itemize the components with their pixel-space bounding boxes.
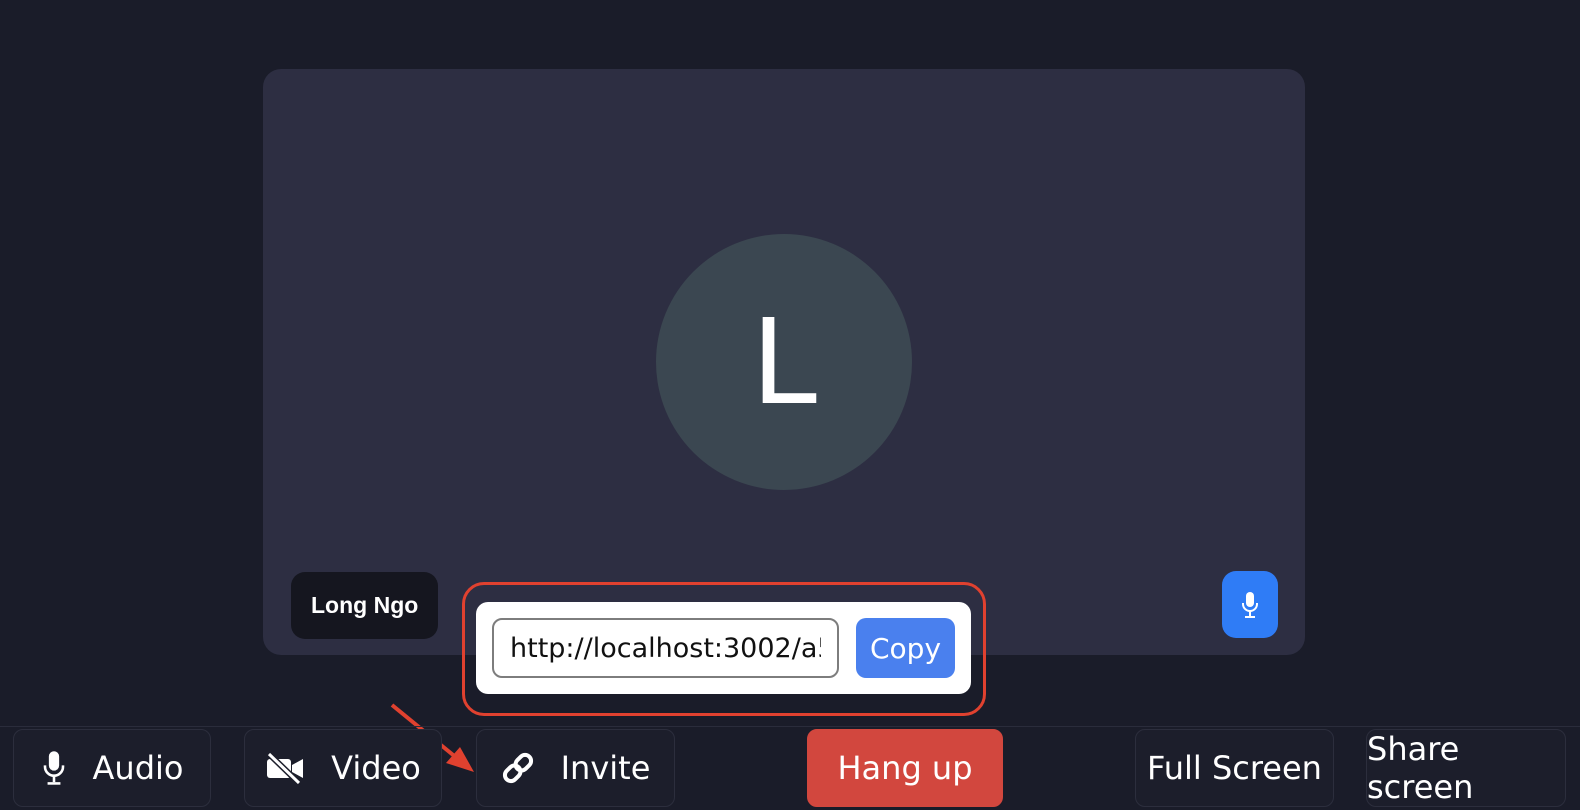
invite-button[interactable]: Invite [476,729,675,807]
video-label: Video [331,749,421,787]
participant-video-tile: L Long Ngo [263,69,1305,655]
participant-mic-badge [1222,571,1278,638]
microphone-icon [41,750,67,786]
video-off-icon [265,752,305,784]
hang-up-button[interactable]: Hang up [807,729,1003,807]
audio-button[interactable]: Audio [13,729,211,807]
link-icon [501,751,535,785]
participant-name: Long Ngo [311,592,419,618]
video-button[interactable]: Video [244,729,442,807]
invite-label: Invite [560,749,651,787]
full-screen-label: Full Screen [1147,749,1322,787]
video-call-page: L Long Ngo Copy [0,0,1580,810]
full-screen-button[interactable]: Full Screen [1135,729,1334,807]
copy-button[interactable]: Copy [856,618,955,678]
invite-link-input[interactable] [492,618,839,678]
audio-label: Audio [92,749,184,787]
call-toolbar: Audio Video Invite Hang up Full Screen S… [0,726,1580,810]
invite-popup: Copy [476,602,971,694]
hang-up-label: Hang up [837,749,973,787]
participant-name-tag: Long Ngo [291,572,439,639]
microphone-icon [1242,591,1258,618]
participant-avatar: L [656,234,912,490]
share-screen-label: Share screen [1367,730,1474,806]
share-screen-button[interactable]: Share screen [1366,729,1566,807]
